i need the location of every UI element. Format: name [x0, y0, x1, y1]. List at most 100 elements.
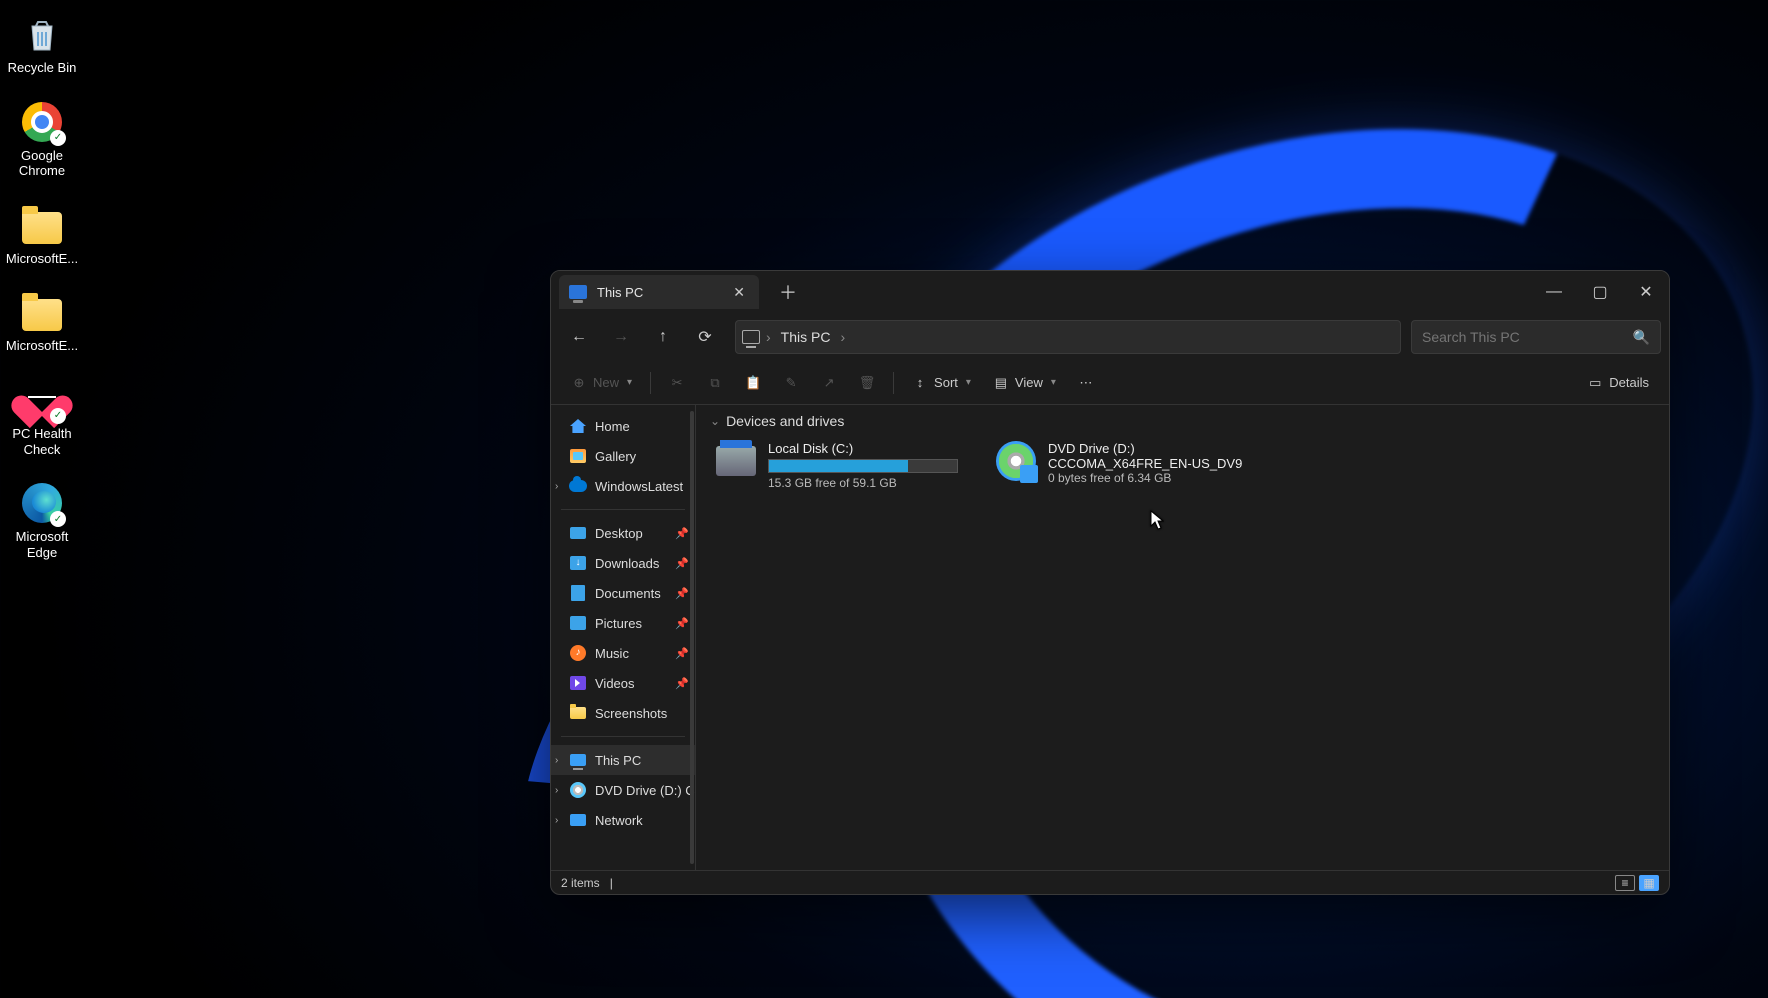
- sort-icon: ↕: [912, 375, 928, 391]
- cloud-icon: [569, 477, 587, 495]
- tab-this-pc[interactable]: This PC ✕: [559, 275, 759, 309]
- desktop-icons: Recycle Bin ✓ Google Chrome MicrosoftE..…: [0, 8, 96, 580]
- chevron-down-icon: ▾: [1051, 377, 1056, 388]
- desktop-icon-label: Recycle Bin: [8, 60, 77, 76]
- content-pane[interactable]: ⌄ Devices and drives Local Disk (C:) 15.…: [696, 405, 1669, 870]
- rename-icon: ✎: [783, 375, 799, 391]
- sidebar-item-dvd-drive[interactable]: ›DVD Drive (D:) C: [551, 775, 695, 805]
- expand-icon[interactable]: ›: [555, 481, 558, 492]
- back-button[interactable]: ←: [559, 319, 599, 355]
- desktop-icon-label: Google Chrome: [3, 148, 81, 179]
- cut-button[interactable]: ✂: [659, 369, 695, 397]
- gallery-icon: [569, 447, 587, 465]
- details-view-button[interactable]: ≡: [1615, 875, 1635, 891]
- plus-circle-icon: ⊕: [571, 375, 587, 391]
- sidebar-label: Desktop: [595, 526, 643, 541]
- hard-drive-icon: [714, 441, 758, 481]
- sidebar-item-windowslatest[interactable]: › WindowsLatest: [551, 471, 695, 501]
- drive-dvd-d[interactable]: DVD Drive (D:) CCCOMA_X64FRE_EN-US_DV9 0…: [990, 437, 1240, 494]
- videos-icon: [569, 674, 587, 692]
- new-tab-button[interactable]: ＋: [771, 275, 805, 309]
- trash-icon: 🗑: [859, 375, 875, 391]
- drive-local-disk-c[interactable]: Local Disk (C:) 15.3 GB free of 59.1 GB: [710, 437, 960, 494]
- breadcrumb-separator-icon: ›: [766, 329, 771, 345]
- music-icon: ♪: [569, 644, 587, 662]
- sidebar-label: WindowsLatest: [595, 479, 683, 494]
- expand-icon[interactable]: ›: [555, 755, 558, 766]
- group-header-devices-and-drives[interactable]: ⌄ Devices and drives: [710, 413, 1655, 429]
- maximize-button[interactable]: ▢: [1577, 271, 1623, 313]
- sidebar-label: Pictures: [595, 616, 642, 631]
- folder-icon: [20, 203, 64, 247]
- pin-icon[interactable]: 📌: [675, 587, 689, 600]
- desktop-icon-microsoft-edge[interactable]: ✓ Microsoft Edge: [0, 477, 84, 564]
- new-button[interactable]: ⊕ New ▾: [561, 369, 642, 397]
- search-input[interactable]: [1422, 329, 1625, 345]
- sidebar-item-pictures[interactable]: Pictures 📌: [551, 608, 695, 638]
- more-button[interactable]: ⋯: [1068, 369, 1104, 397]
- drive-title: Local Disk (C:): [768, 441, 956, 456]
- desktop-icon-microsoft-folder-2[interactable]: MicrosoftE...: [0, 286, 84, 358]
- forward-button[interactable]: →: [601, 319, 641, 355]
- pin-icon[interactable]: 📌: [675, 527, 689, 540]
- sidebar-item-gallery[interactable]: Gallery: [551, 441, 695, 471]
- view-icon: ▤: [993, 375, 1009, 391]
- chevron-down-icon: ⌄: [710, 414, 720, 428]
- desktop-icon-pc-health-check[interactable]: ✓ PC Health Check: [0, 374, 84, 461]
- pin-icon[interactable]: 📌: [675, 557, 689, 570]
- expand-icon[interactable]: ›: [555, 785, 558, 796]
- desktop-icon-label: MicrosoftE...: [6, 251, 78, 267]
- pin-icon[interactable]: 📌: [675, 617, 689, 630]
- sidebar-item-network[interactable]: › Network: [551, 805, 695, 835]
- desktop-icon-recycle-bin[interactable]: Recycle Bin: [0, 8, 84, 80]
- tab-close-button[interactable]: ✕: [729, 280, 749, 305]
- drive-subtitle: 15.3 GB free of 59.1 GB: [768, 476, 956, 490]
- shortcut-badge-icon: ✓: [50, 130, 66, 146]
- desktop-icon-microsoft-folder-1[interactable]: MicrosoftE...: [0, 199, 84, 271]
- downloads-icon: [569, 554, 587, 572]
- close-button[interactable]: ✕: [1623, 271, 1669, 313]
- pin-icon[interactable]: 📌: [675, 647, 689, 660]
- status-bar: 2 items | ≡ ▦: [551, 870, 1669, 894]
- sidebar-item-screenshots[interactable]: Screenshots: [551, 698, 695, 728]
- minimize-button[interactable]: —: [1531, 271, 1577, 313]
- paste-button[interactable]: 📋: [735, 369, 771, 397]
- explorer-body: Home Gallery › WindowsLatest Desktop 📌 Dow…: [551, 405, 1669, 870]
- sidebar-label: Network: [595, 813, 643, 828]
- desktop-icon-google-chrome[interactable]: ✓ Google Chrome: [0, 96, 84, 183]
- sort-button[interactable]: ↕ Sort ▾: [902, 369, 981, 397]
- chevron-down-icon: ▾: [627, 377, 632, 388]
- chrome-icon: ✓: [20, 100, 64, 144]
- drive-title: DVD Drive (D:): [1048, 441, 1236, 456]
- share-button[interactable]: ↗: [811, 369, 847, 397]
- copy-button[interactable]: ⧉: [697, 369, 733, 397]
- sidebar-item-home[interactable]: Home: [551, 411, 695, 441]
- sidebar-item-videos[interactable]: Videos📌: [551, 668, 695, 698]
- sidebar-item-desktop[interactable]: Desktop 📌: [551, 518, 695, 548]
- sidebar-scrollbar[interactable]: [690, 411, 694, 864]
- up-button[interactable]: ↑: [643, 319, 683, 355]
- sidebar-item-downloads[interactable]: Downloads📌: [551, 548, 695, 578]
- pin-icon[interactable]: 📌: [675, 677, 689, 690]
- view-button[interactable]: ▤ View ▾: [983, 369, 1066, 397]
- rename-button[interactable]: ✎: [773, 369, 809, 397]
- titlebar[interactable]: This PC ✕ ＋ — ▢ ✕: [551, 271, 1669, 313]
- delete-button[interactable]: 🗑: [849, 369, 885, 397]
- tiles-view-button[interactable]: ▦: [1639, 875, 1659, 891]
- breadcrumb-this-pc[interactable]: This PC: [777, 327, 835, 347]
- search-box[interactable]: 🔍: [1411, 320, 1661, 354]
- desktop-icon-label: Microsoft Edge: [3, 529, 81, 560]
- status-item-count: 2 items: [561, 876, 600, 890]
- refresh-button[interactable]: ⟳: [685, 319, 725, 355]
- details-pane-button[interactable]: ▭ Details: [1577, 369, 1659, 397]
- expand-icon[interactable]: ›: [555, 815, 558, 826]
- details-pane-icon: ▭: [1587, 375, 1603, 391]
- address-bar[interactable]: › This PC ›: [735, 320, 1401, 354]
- shortcut-badge-icon: ✓: [50, 511, 66, 527]
- sidebar-label: Home: [595, 419, 630, 434]
- sidebar-item-documents[interactable]: Documents📌: [551, 578, 695, 608]
- this-pc-icon: [569, 285, 587, 299]
- sidebar-item-music[interactable]: ♪Music📌: [551, 638, 695, 668]
- status-separator: |: [610, 876, 613, 890]
- sidebar-item-this-pc[interactable]: ›This PC: [551, 745, 695, 775]
